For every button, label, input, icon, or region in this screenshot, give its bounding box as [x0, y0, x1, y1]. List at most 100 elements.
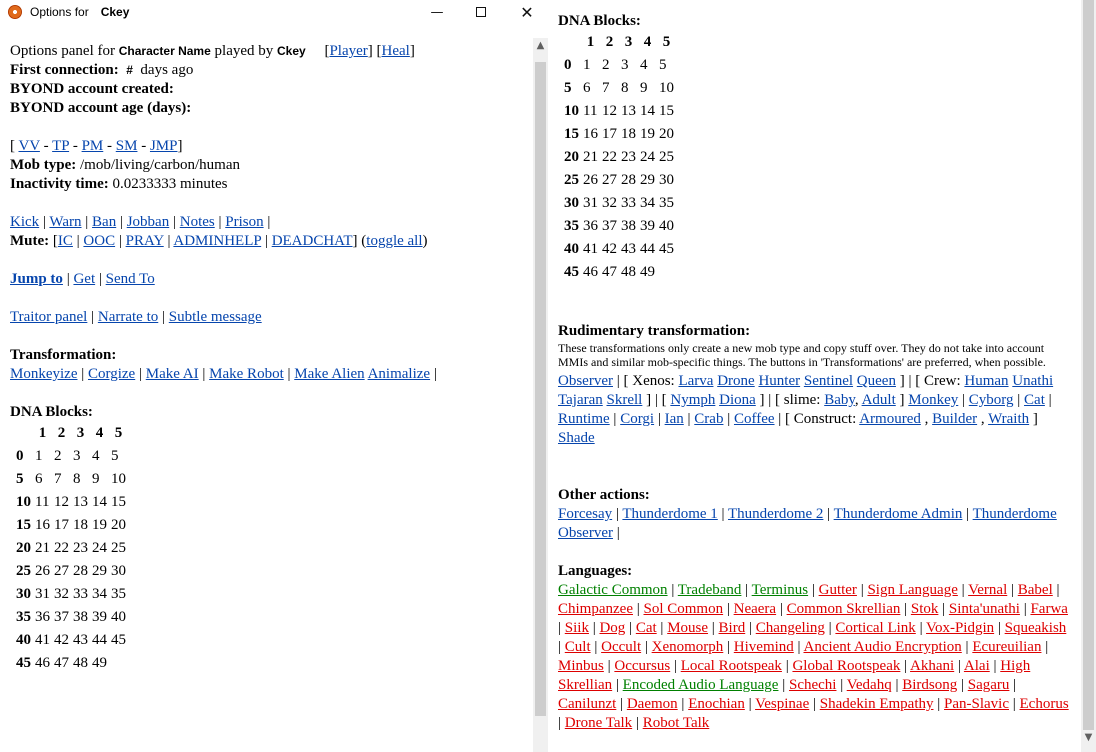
language-link[interactable]: Cortical Link — [835, 620, 915, 636]
hunter-link[interactable]: Hunter — [758, 373, 800, 389]
language-link[interactable]: Farwa — [1030, 601, 1068, 617]
make-ai-link[interactable]: Make AI — [146, 366, 199, 382]
thunderdome-1-link[interactable]: Thunderdome 1 — [622, 506, 717, 522]
make-robot-link[interactable]: Make Robot — [209, 366, 284, 382]
vv-link[interactable]: VV — [18, 138, 39, 154]
corgize-link[interactable]: Corgize — [88, 366, 135, 382]
unathi-link[interactable]: Unathi — [1012, 373, 1053, 389]
language-link[interactable]: Gutter — [819, 582, 857, 598]
language-link[interactable]: Canilunzt — [558, 696, 616, 712]
skrell-link[interactable]: Skrell — [607, 392, 643, 408]
language-link[interactable]: Local Rootspeak — [681, 658, 782, 674]
animalize-link[interactable]: Animalize — [368, 366, 430, 382]
language-link[interactable]: Vedahq — [847, 677, 892, 693]
get-link[interactable]: Get — [73, 271, 95, 287]
player-link[interactable]: Player — [329, 43, 367, 59]
ian-link[interactable]: Ian — [665, 411, 684, 427]
notes-link[interactable]: Notes — [180, 214, 215, 230]
monkey-link[interactable]: Monkey — [908, 392, 958, 408]
language-link[interactable]: Vernal — [968, 582, 1007, 598]
adult-slime-link[interactable]: Adult — [862, 392, 896, 408]
language-link[interactable]: Pan-Slavic — [944, 696, 1009, 712]
mute-deadchat-link[interactable]: DEADCHAT — [272, 233, 353, 249]
language-link[interactable]: Changeling — [756, 620, 825, 636]
language-link[interactable]: Vox-Pidgin — [926, 620, 994, 636]
thunderdome-2-link[interactable]: Thunderdome 2 — [728, 506, 823, 522]
right-scroll-thumb[interactable] — [1083, 0, 1094, 730]
language-link[interactable]: Sinta'unathi — [949, 601, 1020, 617]
language-link[interactable]: Sign Language — [867, 582, 957, 598]
jobban-link[interactable]: Jobban — [127, 214, 170, 230]
minimize-button[interactable]: — — [414, 0, 460, 24]
send-to-link[interactable]: Send To — [106, 271, 155, 287]
language-link[interactable]: Alai — [964, 658, 990, 674]
runtime-link[interactable]: Runtime — [558, 411, 610, 427]
language-link[interactable]: Echorus — [1020, 696, 1069, 712]
language-link[interactable]: Ancient Audio Encryption — [803, 639, 961, 655]
language-link[interactable]: Sagaru — [968, 677, 1010, 693]
language-link[interactable]: Occursus — [614, 658, 670, 674]
kick-link[interactable]: Kick — [10, 214, 39, 230]
diona-link[interactable]: Diona — [719, 392, 756, 408]
warn-link[interactable]: Warn — [49, 214, 81, 230]
corgi-link[interactable]: Corgi — [620, 411, 654, 427]
language-link[interactable]: Xenomorph — [652, 639, 724, 655]
language-link[interactable]: Chimpanzee — [558, 601, 633, 617]
maximize-button[interactable] — [458, 0, 504, 24]
language-link[interactable]: Galactic Common — [558, 582, 668, 598]
tajaran-link[interactable]: Tajaran — [558, 392, 603, 408]
mute-adminhelp-link[interactable]: ADMINHELP — [173, 233, 261, 249]
observer-link[interactable]: Observer — [558, 373, 613, 389]
language-link[interactable]: Occult — [601, 639, 641, 655]
drone-link[interactable]: Drone — [717, 373, 755, 389]
language-link[interactable]: Sol Common — [644, 601, 724, 617]
language-link[interactable]: Cat — [636, 620, 657, 636]
jump-to-link[interactable]: Jump to — [10, 271, 63, 287]
crab-link[interactable]: Crab — [694, 411, 723, 427]
sentinel-link[interactable]: Sentinel — [804, 373, 853, 389]
language-link[interactable]: Neaera — [734, 601, 776, 617]
language-link[interactable]: Akhani — [910, 658, 954, 674]
language-link[interactable]: Drone Talk — [565, 715, 632, 731]
language-link[interactable]: Global Rootspeak — [792, 658, 900, 674]
traitor-panel-link[interactable]: Traitor panel — [10, 309, 87, 325]
scroll-down-icon[interactable]: ▼ — [1081, 732, 1096, 750]
ban-link[interactable]: Ban — [92, 214, 116, 230]
armoured-link[interactable]: Armoured — [859, 411, 921, 427]
shade-link[interactable]: Shade — [558, 430, 595, 446]
language-link[interactable]: Common Skrellian — [787, 601, 901, 617]
prison-link[interactable]: Prison — [225, 214, 263, 230]
language-link[interactable]: Siik — [565, 620, 589, 636]
coffee-link[interactable]: Coffee — [734, 411, 775, 427]
language-link[interactable]: Dog — [599, 620, 625, 636]
forcesay-link[interactable]: Forcesay — [558, 506, 612, 522]
cat-link[interactable]: Cat — [1024, 392, 1045, 408]
language-link[interactable]: Bird — [719, 620, 746, 636]
baby-slime-link[interactable]: Baby — [824, 392, 855, 408]
language-link[interactable]: Babel — [1018, 582, 1053, 598]
language-link[interactable]: Shadekin Empathy — [820, 696, 934, 712]
sm-link[interactable]: SM — [116, 138, 138, 154]
close-button[interactable]: ✕ — [504, 0, 550, 24]
builder-link[interactable]: Builder — [932, 411, 977, 427]
right-scrollbar[interactable]: ▼ — [1081, 0, 1096, 752]
nymph-link[interactable]: Nymph — [670, 392, 715, 408]
heal-link[interactable]: Heal — [382, 43, 410, 59]
language-link[interactable]: Minbus — [558, 658, 604, 674]
pm-link[interactable]: PM — [82, 138, 104, 154]
subtle-message-link[interactable]: Subtle message — [169, 309, 262, 325]
jmp-link[interactable]: JMP — [150, 138, 178, 154]
narrate-to-link[interactable]: Narrate to — [98, 309, 158, 325]
language-link[interactable]: Stok — [911, 601, 939, 617]
mute-ic-link[interactable]: IC — [58, 233, 73, 249]
human-link[interactable]: Human — [964, 373, 1008, 389]
language-link[interactable]: Cult — [565, 639, 591, 655]
language-link[interactable]: Enochian — [688, 696, 745, 712]
language-link[interactable]: Daemon — [627, 696, 678, 712]
mute-pray-link[interactable]: PRAY — [126, 233, 164, 249]
language-link[interactable]: Schechi — [789, 677, 836, 693]
left-scrollbar[interactable]: ▲ — [533, 38, 548, 752]
language-link[interactable]: Mouse — [667, 620, 708, 636]
mute-ooc-link[interactable]: OOC — [83, 233, 115, 249]
tp-link[interactable]: TP — [52, 138, 69, 154]
